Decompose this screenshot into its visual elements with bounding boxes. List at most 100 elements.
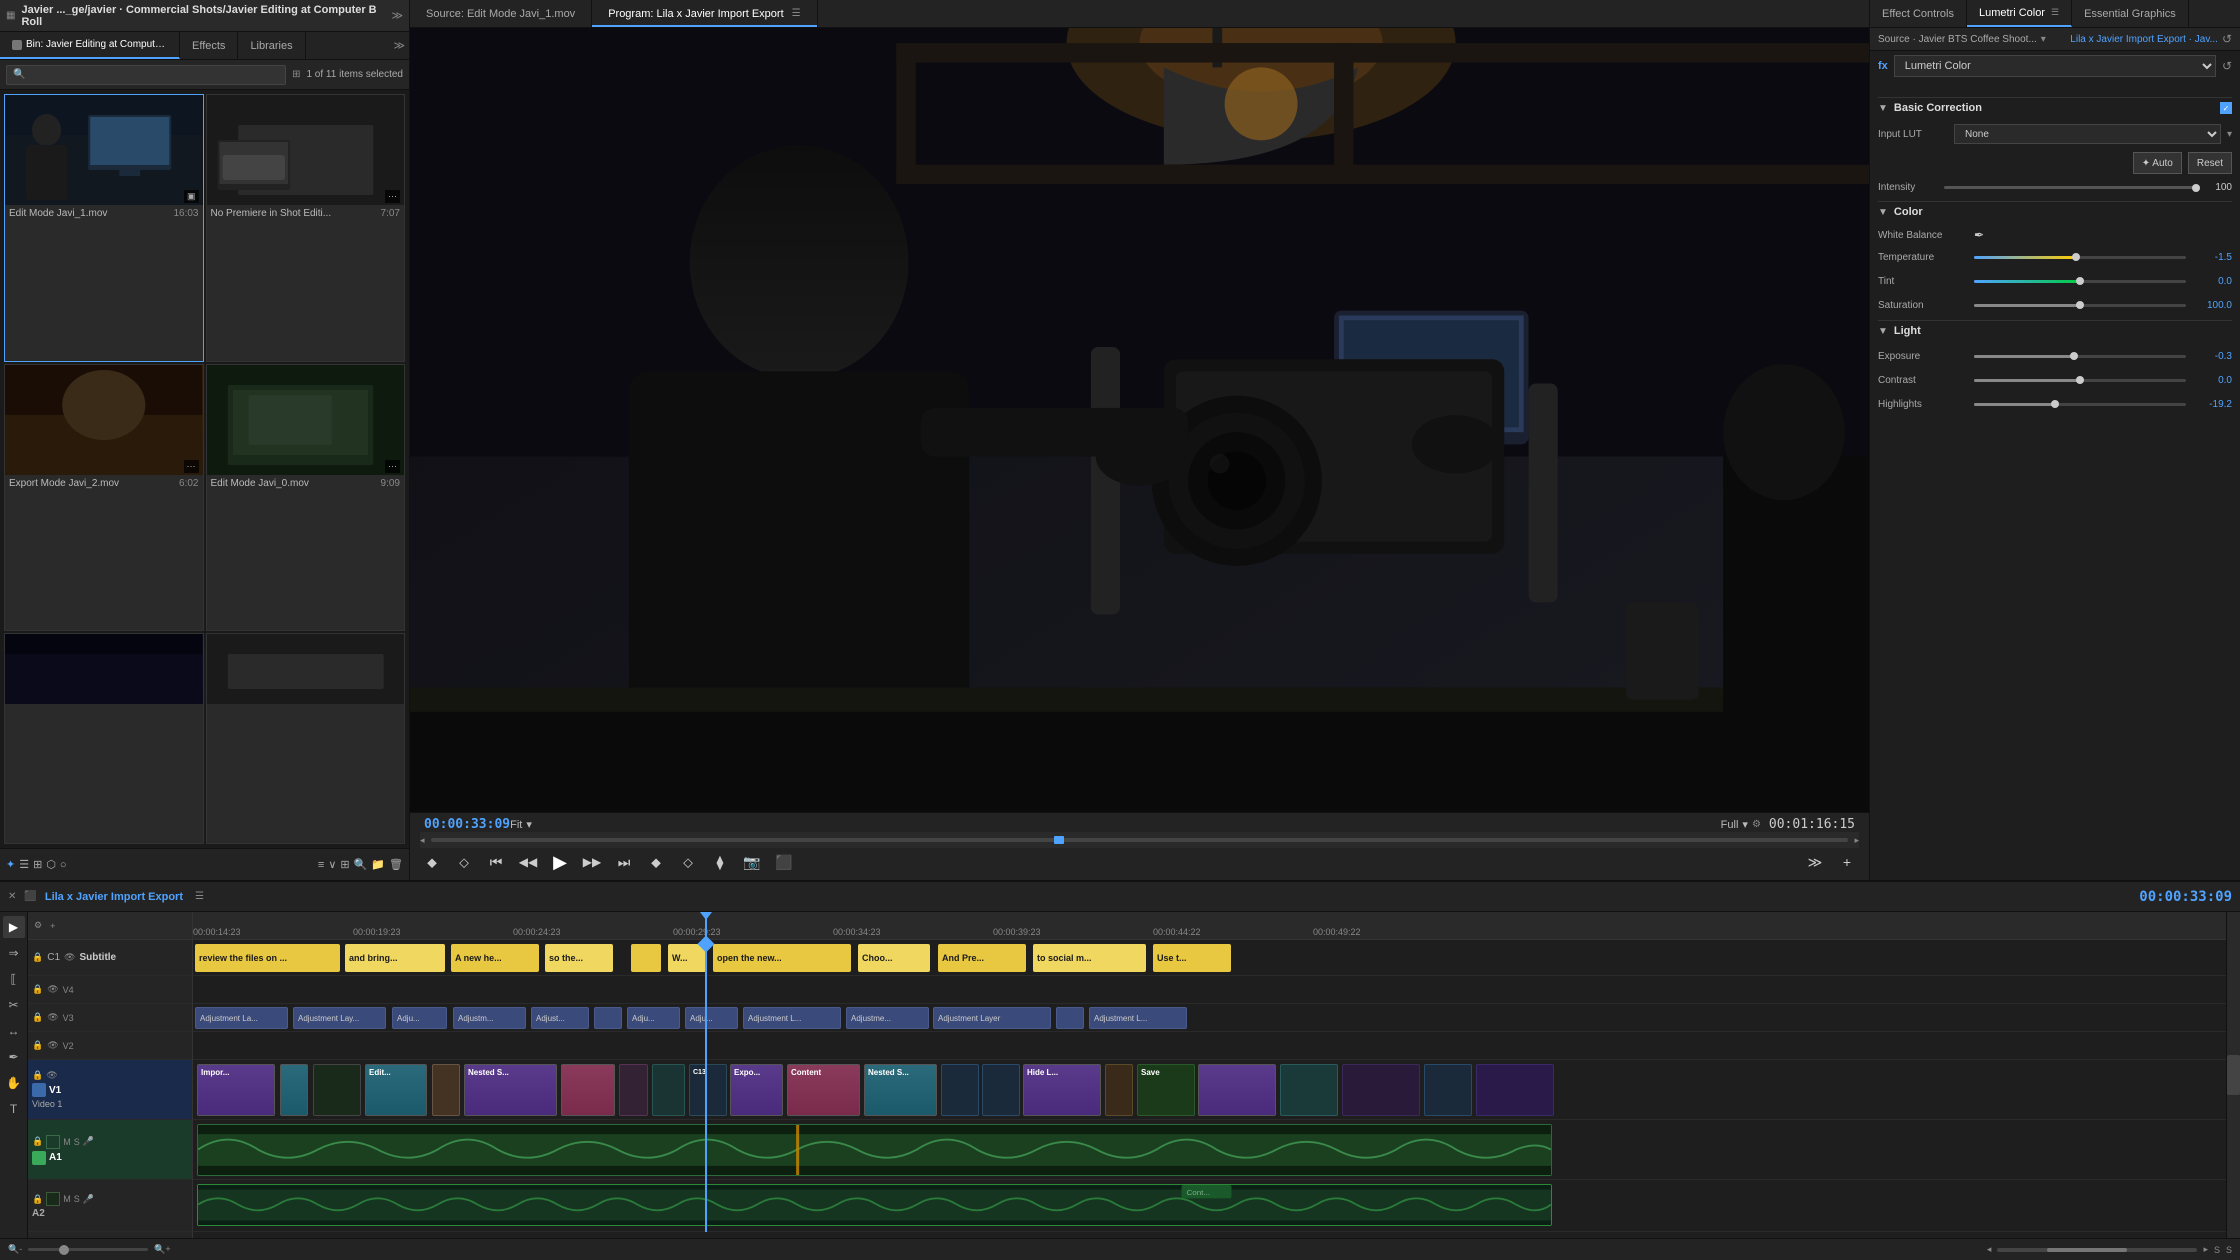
track-select-tool[interactable]: ⇒: [3, 942, 25, 964]
export-frame-button[interactable]: ⬛: [772, 850, 796, 874]
subtitle-clip-9[interactable]: And Pre...: [938, 944, 1026, 972]
sort-icon[interactable]: ≡: [318, 859, 324, 871]
adj-clip-4[interactable]: Adjustm...: [453, 1007, 526, 1029]
effect-dropdown[interactable]: Lumetri Color: [1894, 55, 2216, 77]
video-clip-18[interactable]: [1198, 1064, 1276, 1116]
zoom-slider[interactable]: [28, 1248, 148, 1251]
video-clip-3[interactable]: Edit...: [365, 1064, 427, 1116]
search-bottom-icon[interactable]: 🔍: [354, 858, 368, 871]
trash-icon[interactable]: 🗑: [389, 858, 403, 871]
tab-effect-controls[interactable]: Effect Controls: [1870, 0, 1967, 27]
adj-clip-12[interactable]: [1056, 1007, 1084, 1029]
side-scrollbar[interactable]: [2226, 912, 2240, 1238]
video-clip-7[interactable]: [619, 1064, 648, 1116]
adj-clip-13[interactable]: Adjustment L...: [1089, 1007, 1187, 1029]
adj-clip-10[interactable]: Adjustme...: [846, 1007, 929, 1029]
step-back-button[interactable]: ◀◀: [516, 850, 540, 874]
media-item-6[interactable]: [206, 633, 406, 844]
eyedropper-icon[interactable]: ✒: [1974, 228, 1984, 242]
video-clip-11[interactable]: Content: [787, 1064, 860, 1116]
tab-essential-graphics[interactable]: Essential Graphics: [2072, 0, 2189, 27]
tl-add-icon[interactable]: +: [50, 921, 55, 931]
side-scroll-thumb[interactable]: [2227, 1055, 2240, 1095]
video-clip-16[interactable]: [1105, 1064, 1133, 1116]
list-view-icon[interactable]: ☰: [19, 858, 29, 871]
fit-dropdown[interactable]: Fit ▾: [510, 818, 532, 831]
icon-view-icon[interactable]: ⊞: [33, 858, 42, 871]
program-tab[interactable]: Program: Lila x Javier Import Export ☰: [592, 0, 817, 27]
video-clip-17[interactable]: Save: [1137, 1064, 1195, 1116]
subtitle-clip-8[interactable]: Choo...: [858, 944, 930, 972]
subtitle-clip-3[interactable]: A new he...: [451, 944, 539, 972]
play-button[interactable]: ▶: [548, 850, 572, 874]
horizontal-scroll[interactable]: [1997, 1248, 2197, 1252]
adj-clip-8[interactable]: Adju...: [685, 1007, 738, 1029]
quality-dropdown[interactable]: Full ▾: [1721, 818, 1748, 831]
reset-button[interactable]: Reset: [2188, 152, 2232, 174]
tab-bin[interactable]: Bin: Javier Editing at Computer B Roll: [0, 32, 180, 59]
video-clip-2[interactable]: [280, 1064, 308, 1116]
program-menu-icon[interactable]: ☰: [792, 8, 801, 19]
lumetri-menu-icon[interactable]: ☰: [2051, 7, 2059, 18]
freeform-icon[interactable]: ⬡: [46, 858, 56, 871]
adj-clip-11[interactable]: Adjustment Layer: [933, 1007, 1051, 1029]
saturation-slider[interactable]: [1974, 304, 2186, 307]
mark-in-button[interactable]: ⬥: [420, 850, 444, 874]
reset-icon[interactable]: ↺: [2222, 32, 2232, 46]
media-item[interactable]: ⋯ No Premiere in Shot Editi... 7:07: [206, 94, 406, 362]
ripple-edit-tool[interactable]: ⟦: [3, 968, 25, 990]
adj-clip-5[interactable]: Adjust...: [531, 1007, 589, 1029]
adj-clip-1[interactable]: Adjustment La...: [195, 1007, 288, 1029]
tab-menu[interactable]: ≫: [393, 32, 409, 59]
auto-button[interactable]: ✦ Auto: [2133, 152, 2182, 174]
tab-libraries[interactable]: Libraries: [238, 32, 305, 59]
pen-tool[interactable]: ✒: [3, 1046, 25, 1068]
basic-correction-enable[interactable]: ✓: [2220, 102, 2232, 114]
media-item-3[interactable]: ⋯ Export Mode Javi_2.mov 6:02: [4, 364, 204, 632]
video-clip-19[interactable]: [1280, 1064, 1338, 1116]
timeline-tracks-container[interactable]: 00:00:14:23 00:00:19:23 00:00:24:23 00:0…: [193, 912, 2226, 1238]
contrast-slider[interactable]: [1974, 379, 2186, 382]
adj-clip-2[interactable]: Adjustment Lay...: [293, 1007, 386, 1029]
mark-clip-in-button[interactable]: ⬥: [644, 850, 668, 874]
add-controls-button[interactable]: +: [1835, 850, 1859, 874]
a2-mic-icon[interactable]: 🎤: [83, 1194, 94, 1205]
video-clip-15[interactable]: Hide L...: [1023, 1064, 1101, 1116]
highlights-slider[interactable]: [1974, 403, 2186, 406]
v3-eye-icon[interactable]: 👁: [47, 1012, 58, 1023]
subtitle-clip-4[interactable]: so the...: [545, 944, 613, 972]
zoom-in-icon[interactable]: 🔍+: [154, 1244, 170, 1255]
razor-tool[interactable]: ✂: [3, 994, 25, 1016]
folder-icon[interactable]: 📁: [371, 858, 385, 871]
eye-icon[interactable]: 👁: [64, 952, 75, 963]
audio-clip-2[interactable]: Cont...: [197, 1184, 1552, 1226]
v4-eye-icon[interactable]: 👁: [47, 984, 58, 995]
video-clip-14[interactable]: [982, 1064, 1020, 1116]
circle-icon[interactable]: ○: [60, 859, 67, 871]
thumb-size-icon[interactable]: ⊞: [340, 858, 349, 871]
video-clip-12[interactable]: Nested S...: [864, 1064, 937, 1116]
settings-icon[interactable]: ⚙: [1752, 819, 1761, 830]
mark-clip-out-button[interactable]: ⬦: [676, 850, 700, 874]
tl-settings-icon[interactable]: ⚙: [34, 920, 42, 931]
search-input[interactable]: [29, 69, 279, 80]
subtitle-clip-11[interactable]: Use t...: [1153, 944, 1231, 972]
tint-slider[interactable]: [1974, 280, 2186, 283]
chevron-icon[interactable]: ∨: [328, 858, 336, 871]
step-fwd-button[interactable]: ▶▶: [580, 850, 604, 874]
video-clip-20[interactable]: [1342, 1064, 1420, 1116]
video-clip-22[interactable]: [1476, 1064, 1554, 1116]
subtitle-clip-1[interactable]: review the files on ...: [195, 944, 340, 972]
hand-tool[interactable]: ✋: [3, 1072, 25, 1094]
more-controls-button[interactable]: ≫: [1803, 850, 1827, 874]
media-item[interactable]: ▣ Edit Mode Javi_1.mov 16:03: [4, 94, 204, 362]
source-tab[interactable]: Source: Edit Mode Javi_1.mov: [410, 0, 592, 27]
adj-clip-3[interactable]: Adju...: [392, 1007, 447, 1029]
video-clip-9[interactable]: C13: [689, 1064, 727, 1116]
close-timeline-icon[interactable]: ✕: [8, 891, 16, 902]
camera-button[interactable]: 📷: [740, 850, 764, 874]
go-to-out-button[interactable]: ⏭: [612, 850, 636, 874]
v1-eye-icon[interactable]: 👁: [46, 1070, 57, 1081]
select-tool[interactable]: ▶: [3, 916, 25, 938]
thumbnail-icon[interactable]: ⊞: [292, 69, 300, 80]
